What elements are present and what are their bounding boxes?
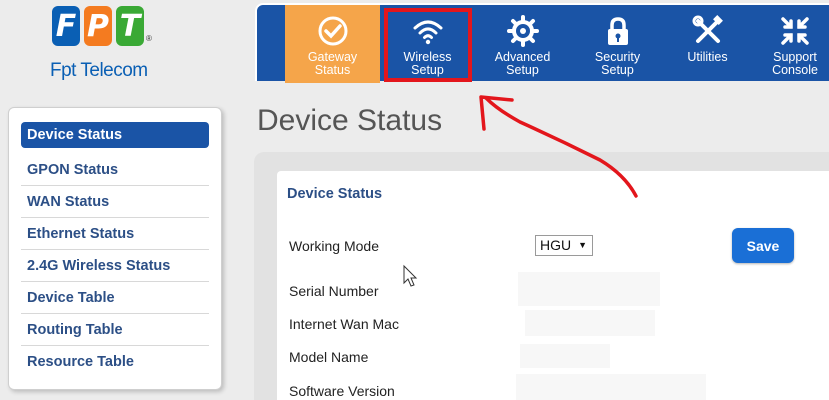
sidebar-item-gpon-status[interactable]: GPON Status — [21, 154, 209, 186]
nav-gateway-status[interactable]: Gateway Status — [285, 5, 380, 83]
sidebar-item-resource-table[interactable]: Resource Table — [21, 346, 209, 378]
software-version-value — [516, 374, 706, 400]
sidebar: Device Status GPON Status WAN Status Eth… — [8, 107, 222, 390]
logo-text: Fpt Telecom — [50, 60, 148, 81]
top-nav: Gateway Status Wireless Setup Advanced S… — [255, 3, 829, 83]
logo-letter-t: T — [116, 6, 144, 46]
annotation-highlight-box — [384, 8, 472, 82]
nav-support-console[interactable]: Support Console — [755, 5, 829, 83]
panel-title: Device Status — [287, 186, 383, 202]
sidebar-item-ethernet-status[interactable]: Ethernet Status — [21, 218, 209, 250]
nav-label: Setup — [601, 63, 634, 77]
sidebar-item-device-status[interactable]: Device Status — [21, 122, 209, 148]
nav-label: Utilities — [687, 50, 728, 64]
tools-icon — [692, 15, 723, 43]
sidebar-item-routing-table[interactable]: Routing Table — [21, 314, 209, 346]
nav-utilities[interactable]: Utilities — [660, 5, 755, 83]
nav-label: Setup — [506, 63, 539, 77]
serial-number-value — [518, 272, 660, 306]
gear-icon — [506, 15, 539, 47]
nav-label: Security — [594, 50, 641, 64]
nav-label: Console — [772, 63, 818, 77]
nav-label: Gateway — [307, 50, 358, 64]
sidebar-item-wan-status[interactable]: WAN Status — [21, 186, 209, 218]
sidebar-item-device-table[interactable]: Device Table — [21, 282, 209, 314]
nav-label: Support — [773, 50, 817, 64]
working-mode-label: Working Mode — [289, 238, 380, 254]
chevron-down-icon: ▼ — [578, 240, 587, 250]
annotation-arrowhead — [479, 95, 514, 131]
logo-letter-f: F — [52, 6, 80, 46]
arrows-icon — [781, 17, 809, 45]
fpt-logo: F P T ® Fpt Telecom — [22, 4, 172, 81]
model-name-value — [520, 344, 610, 368]
nav-advanced-setup[interactable]: Advanced Setup — [475, 5, 570, 83]
wan-mac-value — [525, 310, 655, 336]
check-circle-icon — [318, 16, 347, 46]
logo-registered: ® — [146, 34, 152, 43]
sidebar-item-wireless-status[interactable]: 2.4G Wireless Status — [21, 250, 209, 282]
nav-label: Status — [314, 63, 351, 77]
nav-label: Advanced — [494, 50, 551, 64]
model-name-label: Model Name — [289, 349, 369, 365]
software-version-label: Software Version — [289, 383, 395, 399]
lock-icon — [607, 17, 628, 45]
logo-letter-p: P — [84, 6, 112, 46]
wan-mac-label: Internet Wan Mac — [289, 316, 399, 332]
header: F P T ® Fpt Telecom Gateway Status Wirele… — [0, 0, 829, 84]
page-title: Device Status — [257, 104, 443, 137]
working-mode-value: HGU — [540, 237, 572, 253]
serial-number-label: Serial Number — [289, 283, 379, 299]
nav-security-setup[interactable]: Security Setup — [570, 5, 665, 83]
working-mode-select[interactable]: HGU ▼ — [535, 235, 593, 256]
save-button[interactable]: Save — [732, 228, 794, 263]
